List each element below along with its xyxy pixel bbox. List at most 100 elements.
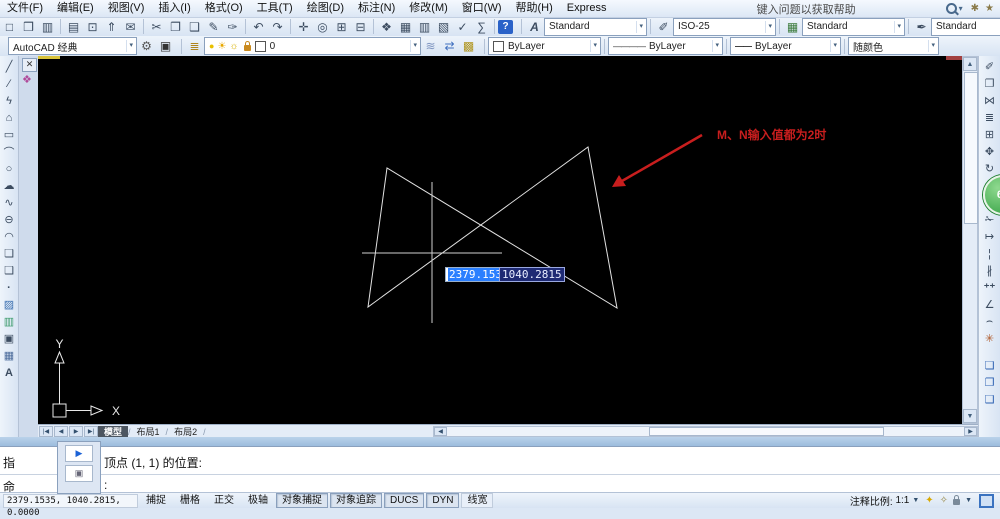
plot-preview-icon[interactable]: ⊡ (83, 18, 102, 35)
draworder-above-icon[interactable]: ❑ (981, 391, 998, 408)
chevron-down-icon[interactable]: ▾ (712, 40, 721, 52)
layer-on-bulb-icon[interactable]: ● (209, 41, 214, 51)
ellipse-icon[interactable]: ⊖ (1, 211, 18, 228)
dynamic-input-y-field[interactable]: 1040.2815 (499, 267, 565, 282)
tab-layout2[interactable]: 布局2 (168, 426, 203, 438)
multileader-style-select[interactable]: Standard▾ (931, 17, 1000, 36)
array-icon[interactable]: ⊞ (981, 126, 998, 143)
ellipse-arc-icon[interactable]: ◠ (1, 228, 18, 245)
communication-center-icon[interactable]: ✱ (971, 3, 979, 14)
gradient-icon[interactable]: ▥ (1, 313, 18, 330)
toggle-ducs[interactable]: DUCS (384, 493, 425, 508)
point-icon[interactable]: · (1, 279, 18, 296)
fillet-icon[interactable]: ⌢ (981, 313, 998, 330)
scroll-up-icon[interactable]: ▲ (963, 57, 977, 71)
line-icon[interactable]: ╱ (1, 58, 18, 75)
toggle-dyn[interactable]: DYN (426, 493, 460, 508)
help-icon[interactable]: ? (498, 19, 513, 34)
draworder-front-icon[interactable]: ❏ (981, 357, 998, 374)
workspace-select[interactable]: AutoCAD 经典 ▾ (8, 37, 137, 55)
help-search-input[interactable]: 键入问题以获取帮助 (757, 1, 946, 17)
chevron-down-icon[interactable]: ▾ (636, 20, 645, 33)
linetype-control-select[interactable]: ———— ByLayer ▾ (608, 37, 723, 55)
dim-style-select[interactable]: ISO-25 ▾ (673, 17, 776, 36)
my-workspace-icon[interactable]: ▣ (156, 38, 175, 55)
last-tab-icon[interactable]: ▶| (84, 426, 98, 437)
prev-tab-icon[interactable]: ◀ (54, 426, 68, 437)
chamfer-icon[interactable]: ∠ (981, 296, 998, 313)
markup-icon[interactable]: ✓ (453, 18, 472, 35)
zoom-realtime-icon[interactable]: ◎ (313, 18, 332, 35)
toggle-osnap[interactable]: 对象捕捉 (276, 493, 328, 508)
chevron-down-icon[interactable]: ▾ (590, 40, 599, 52)
match-properties-icon[interactable]: ✎ (204, 18, 223, 35)
menu-tools[interactable]: 工具(T) (250, 0, 300, 17)
etransmit-icon[interactable]: ✉ (121, 18, 140, 35)
annotation-scale-value[interactable]: 1:1 (895, 495, 909, 506)
layer-vp-freeze-icon[interactable]: ☼ (229, 41, 238, 52)
auto-annotate-icon[interactable]: ✧ (940, 495, 948, 506)
draworder-back-icon[interactable]: ❐ (981, 374, 998, 391)
table-style-select[interactable]: Standard ▾ (802, 17, 905, 36)
text-style-select[interactable]: Standard ▾ (544, 17, 647, 36)
construction-line-icon[interactable]: ∕ (1, 75, 18, 92)
menu-window[interactable]: 窗口(W) (455, 0, 509, 17)
insert-block-icon[interactable]: ❏ (1, 245, 18, 262)
play-icon[interactable]: ▶ (65, 445, 93, 462)
polyline-icon[interactable]: ϟ (1, 92, 18, 109)
next-tab-icon[interactable]: ▶ (69, 426, 83, 437)
menu-file[interactable]: 文件(F) (0, 0, 50, 17)
scroll-left-icon[interactable]: ◀ (434, 427, 447, 436)
zoom-previous-icon[interactable]: ⊟ (351, 18, 370, 35)
open-file-icon[interactable]: ❒ (19, 18, 38, 35)
block-editor-icon[interactable]: ✑ (223, 18, 242, 35)
layer-lock-icon[interactable] (243, 40, 251, 51)
erase-icon[interactable]: ✐ (981, 58, 998, 75)
toggle-lwt[interactable]: 线宽 (461, 493, 494, 508)
scroll-down-icon[interactable]: ▼ (963, 409, 977, 423)
menu-view[interactable]: 视图(V) (101, 0, 152, 17)
hatch-icon[interactable]: ▨ (1, 296, 18, 313)
revision-cloud-icon[interactable]: ☁ (1, 177, 18, 194)
toggle-grid[interactable]: 栅格 (174, 493, 206, 508)
dim-style-icon[interactable]: ✐ (654, 18, 673, 35)
palette-icon[interactable]: ❖ (22, 73, 32, 86)
toolbar-lock-icon[interactable] (953, 495, 961, 505)
color-control-select[interactable]: ByLayer ▾ (488, 37, 601, 55)
tool-palettes-icon[interactable]: ▥ (415, 18, 434, 35)
vertical-scrollbar[interactable]: ▲ ▼ (962, 56, 978, 424)
move-icon[interactable]: ✥ (981, 143, 998, 160)
coordinates-readout[interactable]: 2379.1535, 1040.2815, 0.0000 (3, 493, 138, 518)
plot-icon[interactable]: ▤ (64, 18, 83, 35)
redo-icon[interactable]: ↷ (268, 18, 287, 35)
chevron-down-icon[interactable]: ▾ (765, 20, 774, 33)
copy-icon[interactable]: ❐ (981, 75, 998, 92)
toggle-otrack[interactable]: 对象追踪 (330, 493, 382, 508)
pan-icon[interactable]: ✛ (294, 18, 313, 35)
publish-icon[interactable]: ⇑ (102, 18, 121, 35)
rotate-icon[interactable]: ↻ (981, 160, 998, 177)
explode-icon[interactable]: ✳ (981, 330, 998, 347)
arc-icon[interactable]: ⌒ (1, 143, 18, 160)
horizontal-scrollbar[interactable]: ◀ ▶ (433, 426, 978, 437)
circle-icon[interactable]: ○ (1, 160, 18, 177)
rectangle-icon[interactable]: ▭ (1, 126, 18, 143)
offset-icon[interactable]: ≣ (981, 109, 998, 126)
zoom-window-icon[interactable]: ⊞ (332, 18, 351, 35)
tab-model[interactable]: 模型 (98, 425, 129, 438)
properties-palette-icon[interactable]: ❖ (377, 18, 396, 35)
menu-express[interactable]: Express (560, 0, 614, 17)
break-at-point-icon[interactable]: ¦ (981, 245, 998, 262)
layer-thaw-sun-icon[interactable]: ☀ (217, 41, 226, 52)
cut-icon[interactable]: ✂ (147, 18, 166, 35)
workspace-settings-icon[interactable]: ⚙ (137, 38, 156, 55)
horizontal-scroll-thumb[interactable] (649, 427, 884, 436)
table-icon[interactable]: ▦ (1, 347, 18, 364)
search-icon[interactable] (945, 3, 957, 14)
tab-layout1[interactable]: 布局1 (131, 426, 166, 438)
layer-states-icon[interactable]: ≋ (421, 38, 440, 55)
menu-dimension[interactable]: 标注(N) (351, 0, 402, 17)
break-icon[interactable]: ∦ (981, 262, 998, 279)
annotation-visibility-icon[interactable]: ✦ (925, 495, 933, 506)
menu-insert[interactable]: 插入(I) (151, 0, 197, 17)
